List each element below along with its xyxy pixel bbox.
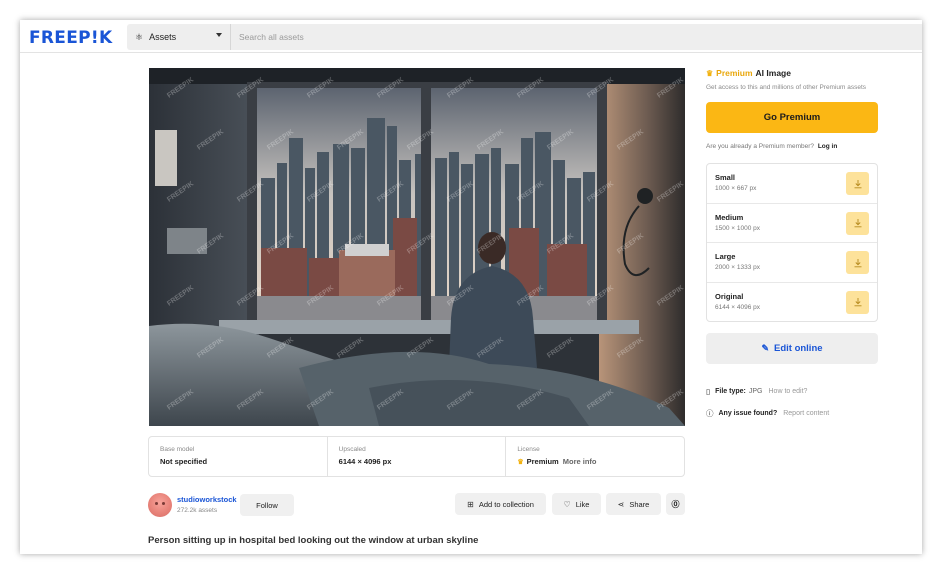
download-button[interactable] (846, 172, 869, 195)
file-type-value: JPG (748, 388, 763, 395)
download-button[interactable] (846, 290, 869, 314)
download-icon (854, 179, 861, 188)
image-info-card: Base model Not specified Upscaled 6144 ×… (148, 436, 685, 477)
size-option-medium[interactable]: Medium 1500 × 1000 px (707, 204, 877, 243)
assets-dropdown-label: Assets (149, 32, 177, 42)
upscaled-value: 6144 × 4096 px (338, 457, 392, 466)
info-circle-icon: ⓘ (706, 409, 714, 418)
crown-icon: ♛ (706, 69, 714, 78)
share-button[interactable]: ⋖ Share (606, 493, 661, 515)
report-content-link[interactable]: Report content (783, 410, 829, 417)
hospital-room-illustration: FREEPIK FREEPIK FREEPIK FREEPIK FREEPIK FREEP… (149, 68, 685, 426)
assets-icon: ⚛ (135, 31, 144, 42)
issue-label: Any issue found? (718, 410, 778, 417)
upscaled-section: Upscaled 6144 × 4096 px (328, 437, 507, 476)
license-label: License (517, 446, 540, 453)
image-title: Person sitting up in hospital bed lookin… (148, 535, 479, 546)
license-section: License ♛ Premium More info (506, 437, 684, 476)
edit-online-label: Edit online (773, 343, 823, 354)
file-type-row: ▯ File type: JPG How to edit? (706, 387, 807, 396)
license-value: Premium (526, 457, 559, 466)
license-value-row: ♛ Premium More info (517, 457, 684, 466)
share-icon: ⋖ (617, 499, 625, 509)
go-premium-button[interactable]: Go Premium (706, 102, 878, 133)
author-name[interactable]: studioworkstock (177, 495, 237, 504)
base-model-label: Base model (160, 446, 195, 453)
base-model-value: Not specified (160, 457, 208, 466)
login-link[interactable]: Log in (818, 143, 838, 150)
more-info-link[interactable]: More info (563, 457, 597, 466)
pinterest-icon: ⓪ (671, 499, 680, 509)
like-button[interactable]: ♡ Like (552, 493, 601, 515)
download-sizes-list: Small 1000 × 667 px Medium 1500 × 1000 p… (706, 163, 878, 322)
download-icon (854, 219, 861, 228)
avatar-eye-icon (155, 502, 158, 505)
size-option-large[interactable]: Large 2000 × 1333 px (707, 243, 877, 283)
download-button[interactable] (846, 251, 869, 274)
download-icon (854, 298, 861, 307)
top-bar: FREEP!K ⚛ Assets (20, 20, 922, 53)
size-option-small[interactable]: Small 1000 × 667 px (707, 164, 877, 204)
pinterest-button[interactable]: ⓪ (666, 493, 685, 515)
member-question: Are you already a Premium member? Log in (706, 143, 837, 150)
premium-subtitle: Get access to this and millions of other… (706, 84, 867, 91)
share-label: Share (629, 499, 650, 509)
edit-online-button[interactable]: ✎ Edit online (706, 333, 878, 364)
like-label: Like (575, 499, 590, 509)
add-to-collection-label: Add to collection (478, 499, 534, 509)
avatar[interactable] (148, 493, 172, 517)
size-option-original[interactable]: Original 6144 × 4096 px (707, 283, 877, 323)
issue-row: ⓘ Any issue found? Report content (706, 408, 829, 419)
base-model-section: Base model Not specified (149, 437, 328, 476)
file-icon: ▯ (706, 387, 711, 396)
folder-plus-icon: ⊞ (467, 499, 474, 509)
member-question-text: Are you already a Premium member? (706, 143, 815, 150)
premium-header: ♛ Premium AI Image (706, 68, 791, 78)
follow-button[interactable]: Follow (240, 494, 294, 516)
search-input[interactable] (239, 24, 899, 50)
how-to-edit-link[interactable]: How to edit? (769, 388, 808, 395)
browser-frame: FREEP!K ⚛ Assets Search all assets FREEP… (20, 20, 922, 554)
upscaled-label: Upscaled (338, 446, 366, 453)
add-to-collection-button[interactable]: ⊞ Add to collection (455, 493, 546, 515)
file-type-label: File type: (715, 388, 746, 395)
pencil-icon: ✎ (761, 343, 769, 353)
premium-badge: Premium (716, 68, 753, 78)
assets-dropdown[interactable]: ⚛ Assets (127, 24, 231, 50)
crown-icon: ♛ (517, 459, 524, 466)
author-asset-count: 272.2k assets (177, 507, 218, 514)
main-image[interactable]: FREEPIK FREEPIK FREEPIK FREEPIK FREEPIK FREEP… (149, 68, 685, 426)
premium-title: AI Image (755, 68, 791, 78)
avatar-eye-icon (162, 502, 165, 505)
download-icon (854, 258, 861, 267)
chevron-down-icon (216, 33, 222, 37)
download-button[interactable] (846, 211, 869, 235)
search-bar: ⚛ Assets (127, 24, 922, 50)
heart-icon: ♡ (563, 499, 571, 509)
freepik-logo[interactable]: FREEP!K (29, 28, 112, 48)
